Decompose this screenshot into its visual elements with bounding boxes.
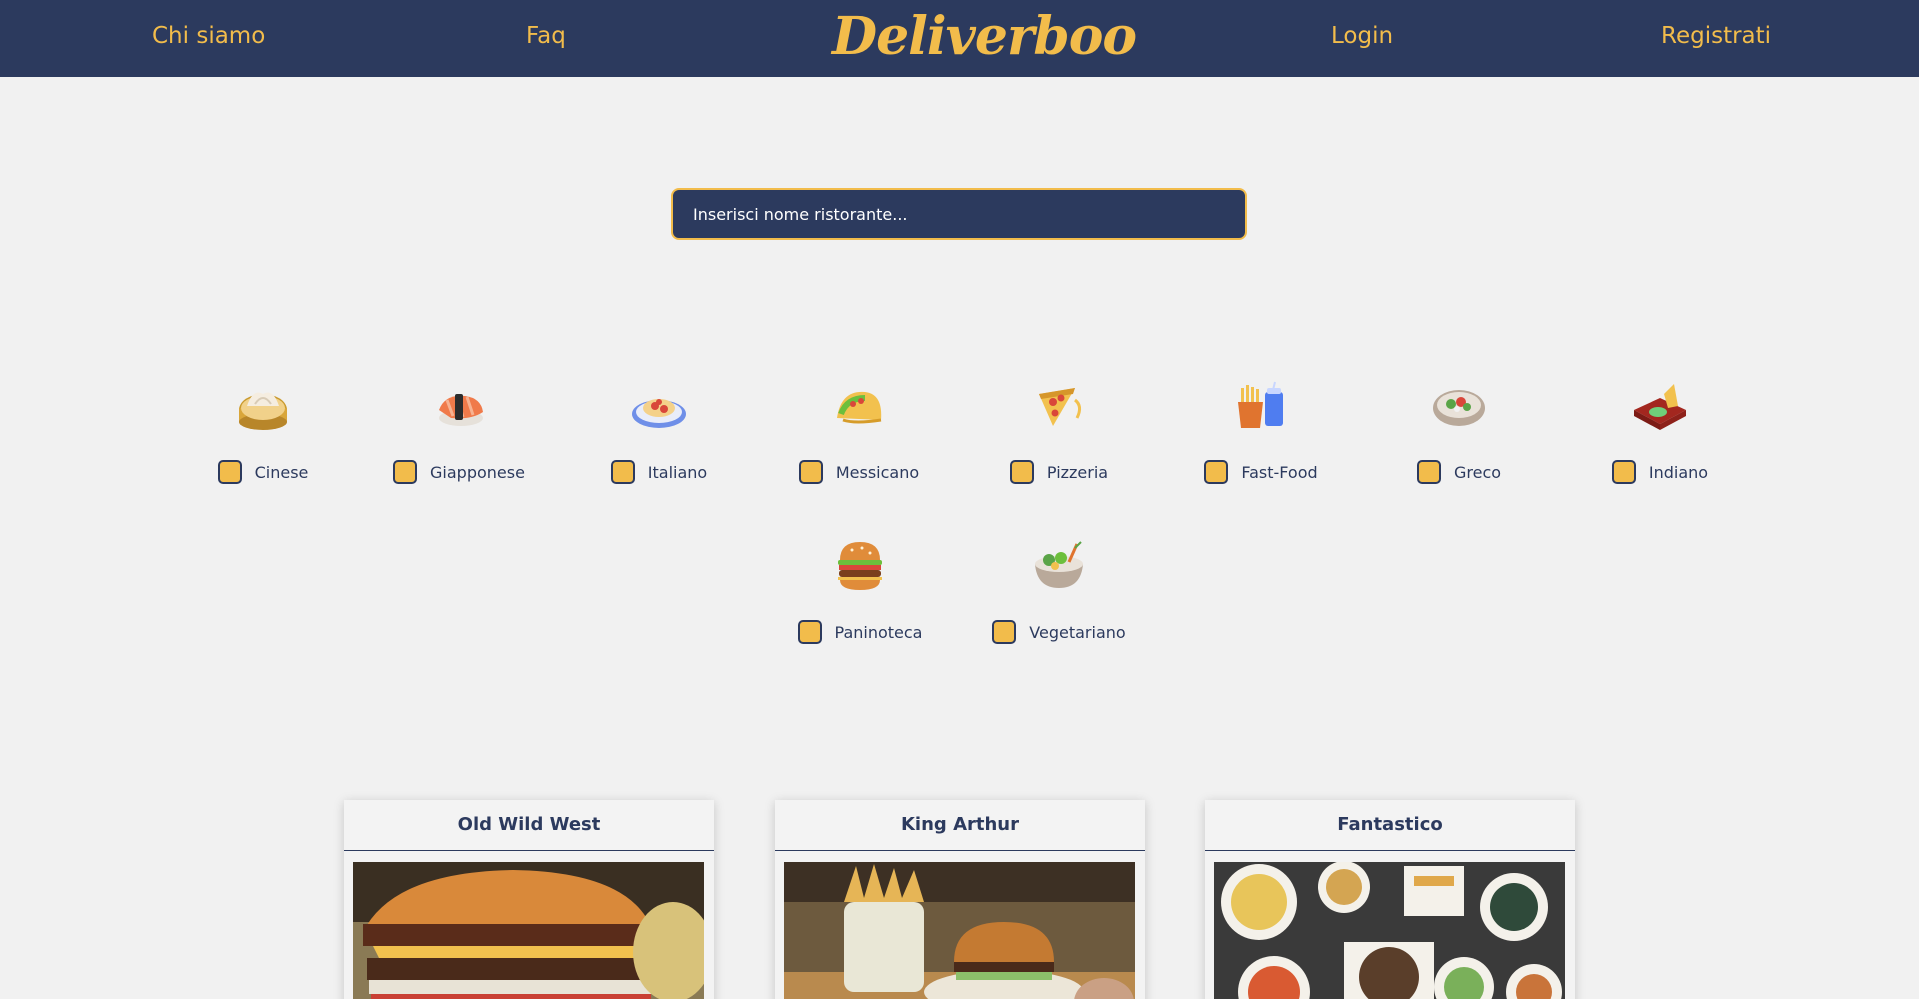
category-greco: Greco: [1374, 380, 1544, 490]
category-label: Greco: [1453, 462, 1502, 482]
nav-registrati-link[interactable]: Registrati: [1661, 0, 1771, 77]
sushi-icon: [439, 394, 483, 426]
category-messicano: Messicano: [774, 380, 944, 490]
dim-sum-icon: [239, 392, 287, 430]
taco-icon: [837, 391, 882, 424]
restaurant-name: Fantastico: [1205, 800, 1575, 851]
category-checkbox[interactable]: [610, 460, 635, 484]
category-checkbox[interactable]: [393, 460, 418, 484]
greek-bowl-icon: [1433, 390, 1485, 426]
restaurant-image: [784, 862, 1135, 999]
logo[interactable]: Deliverboo: [832, 2, 1137, 75]
category-checkbox[interactable]: [1416, 460, 1441, 484]
category-cinese: Cinese: [178, 380, 348, 490]
category-checkbox[interactable]: [1204, 460, 1229, 484]
pizza-icon: [1039, 388, 1082, 426]
indian-dish-icon: [1634, 384, 1686, 430]
restaurant-card[interactable]: Old Wild West: [344, 800, 714, 999]
restaurant-image: [353, 862, 704, 999]
category-giapponese: Giapponese: [374, 380, 544, 490]
category-checkbox[interactable]: [1009, 460, 1034, 484]
restaurant-name: King Arthur: [775, 800, 1145, 851]
category-pizzeria: Pizzeria: [974, 380, 1144, 490]
category-checkbox[interactable]: [797, 620, 822, 644]
top-navbar: Chi siamo Faq Deliverboo Login Registrat…: [0, 0, 1919, 77]
salad-bowl-icon: [1035, 541, 1083, 588]
category-checkbox[interactable]: [217, 460, 242, 484]
restaurant-image: [1214, 862, 1565, 999]
restaurant-card[interactable]: Fantastico: [1205, 800, 1575, 999]
restaurant-search-input[interactable]: [671, 188, 1247, 240]
nav-chi-siamo-link[interactable]: Chi siamo: [152, 0, 265, 77]
category-label: Vegetariano: [1029, 622, 1126, 642]
pasta-plate-icon: [632, 399, 686, 428]
category-label: Fast-Food: [1241, 462, 1318, 482]
category-label: Pizzeria: [1046, 462, 1109, 482]
category-checkbox[interactable]: [798, 460, 823, 484]
category-italiano: Italiano: [574, 380, 744, 490]
burger-icon: [838, 542, 882, 590]
category-label: Giapponese: [430, 462, 525, 482]
category-indiano: Indiano: [1575, 380, 1745, 490]
category-label: Paninoteca: [834, 622, 923, 642]
category-label: Italiano: [647, 462, 708, 482]
nav-login-link[interactable]: Login: [1331, 0, 1393, 77]
category-checkbox[interactable]: [1611, 460, 1636, 484]
restaurant-name: Old Wild West: [344, 800, 714, 851]
category-label: Indiano: [1648, 462, 1709, 482]
category-label: Cinese: [254, 462, 309, 482]
category-vegetariano: Vegetariano: [974, 540, 1144, 650]
restaurant-card[interactable]: King Arthur: [775, 800, 1145, 999]
fries-drink-icon: [1238, 381, 1283, 428]
category-label: Messicano: [835, 462, 920, 482]
category-paninoteca: Paninoteca: [775, 540, 945, 650]
category-checkbox[interactable]: [992, 620, 1017, 644]
category-fast-food: Fast-Food: [1176, 380, 1346, 490]
nav-faq-link[interactable]: Faq: [526, 0, 566, 77]
